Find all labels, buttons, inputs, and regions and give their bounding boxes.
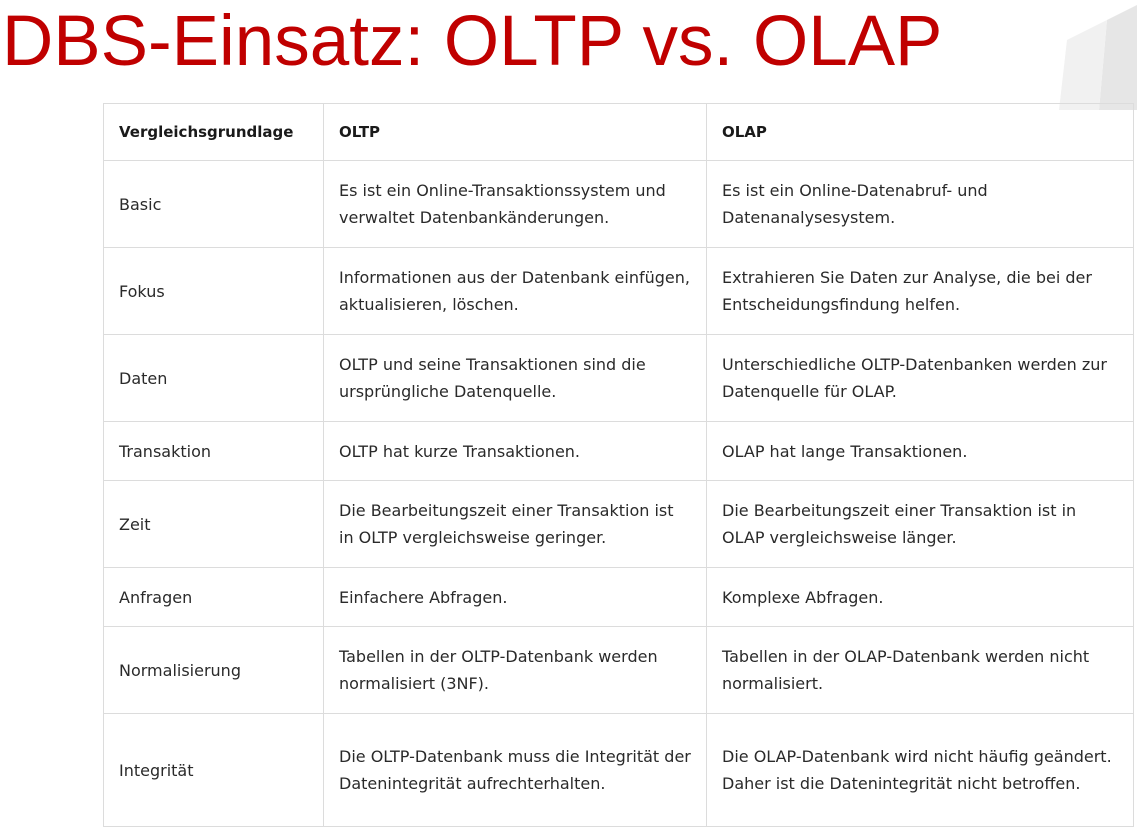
row-olap-cell: Unterschiedliche OLTP-Datenbanken werden…: [706, 334, 1134, 422]
header-olap: OLAP: [706, 103, 1134, 161]
table-row: Daten OLTP und seine Transaktionen sind …: [103, 334, 1134, 422]
table-header-row: Vergleichsgrundlage OLTP OLAP: [103, 103, 1134, 161]
row-oltp-cell: Einfachere Abfragen.: [323, 567, 707, 627]
page-title: DBS-Einsatz: OLTP vs. OLAP: [2, 2, 943, 81]
row-oltp-cell: Die Bearbeitungszeit einer Transaktion i…: [323, 480, 707, 568]
row-basis-cell: Fokus: [103, 247, 324, 335]
row-olap-cell: Tabellen in der OLAP-Datenbank werden ni…: [706, 626, 1134, 714]
row-oltp-cell: Informationen aus der Datenbank einfügen…: [323, 247, 707, 335]
row-oltp-cell: OLTP hat kurze Transaktionen.: [323, 421, 707, 481]
row-olap-cell: Komplexe Abfragen.: [706, 567, 1134, 627]
table-row: Anfragen Einfachere Abfragen. Komplexe A…: [103, 567, 1134, 627]
row-basis-cell: Daten: [103, 334, 324, 422]
header-vergleichsgrundlage: Vergleichsgrundlage: [103, 103, 324, 161]
header-oltp: OLTP: [323, 103, 707, 161]
row-oltp-cell: OLTP und seine Transaktionen sind die ur…: [323, 334, 707, 422]
row-olap-cell: Die OLAP-Datenbank wird nicht häufig geä…: [706, 713, 1134, 827]
row-basis-cell: Integrität: [103, 713, 324, 827]
row-oltp-cell: Tabellen in der OLTP-Datenbank werden no…: [323, 626, 707, 714]
row-olap-cell: Es ist ein Online-Datenabruf- und Datena…: [706, 160, 1134, 248]
row-basis-cell: Zeit: [103, 480, 324, 568]
row-olap-cell: OLAP hat lange Transaktionen.: [706, 421, 1134, 481]
table-row: Normalisierung Tabellen in der OLTP-Date…: [103, 626, 1134, 714]
comparison-table: Vergleichsgrundlage OLTP OLAP Basic Es i…: [103, 103, 1134, 827]
row-olap-cell: Extrahieren Sie Daten zur Analyse, die b…: [706, 247, 1134, 335]
table-row: Transaktion OLTP hat kurze Transaktionen…: [103, 421, 1134, 481]
row-olap-cell: Die Bearbeitungszeit einer Transaktion i…: [706, 480, 1134, 568]
corner-decoration: [1059, 5, 1137, 110]
table-row: Integrität Die OLTP-Datenbank muss die I…: [103, 713, 1134, 827]
row-basis-cell: Transaktion: [103, 421, 324, 481]
table-row: Fokus Informationen aus der Datenbank ei…: [103, 247, 1134, 335]
table-row: Zeit Die Bearbeitungszeit einer Transakt…: [103, 480, 1134, 568]
table-row: Basic Es ist ein Online-Transaktionssyst…: [103, 160, 1134, 248]
row-basis-cell: Anfragen: [103, 567, 324, 627]
row-oltp-cell: Es ist ein Online-Transaktionssystem und…: [323, 160, 707, 248]
comparison-table-container: Vergleichsgrundlage OLTP OLAP Basic Es i…: [103, 103, 1134, 827]
row-oltp-cell: Die OLTP-Datenbank muss die Integrität d…: [323, 713, 707, 827]
row-basis-cell: Normalisierung: [103, 626, 324, 714]
row-basis-cell: Basic: [103, 160, 324, 248]
